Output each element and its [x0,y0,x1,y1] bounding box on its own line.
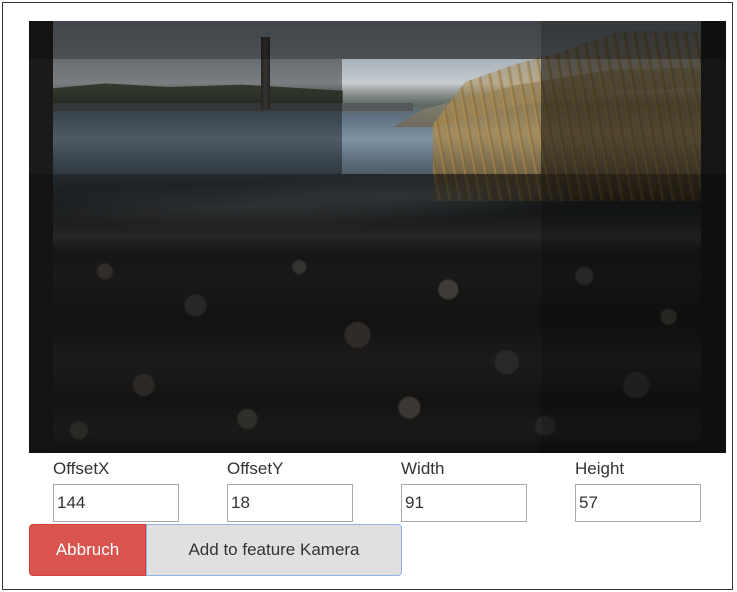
crop-shade-bottom [29,174,726,453]
offset-x-label: OffsetX [53,459,110,478]
crop-shade-left [29,59,342,174]
crop-selection-rectangle[interactable] [342,59,541,174]
crop-shade-right [541,59,726,174]
width-label: Width [401,459,445,478]
height-input[interactable] [575,484,701,522]
crop-shade-top [29,21,726,59]
add-to-feature-button[interactable]: Add to feature Kamera [146,524,402,576]
offset-y-input[interactable] [227,484,353,522]
offset-y-label: OffsetY [227,459,284,478]
cancel-button[interactable]: Abbruch [29,524,146,576]
crop-canvas[interactable] [29,21,726,453]
width-input[interactable] [401,484,527,522]
height-label: Height [575,459,625,478]
offset-x-input[interactable] [53,484,179,522]
crop-dialog: OffsetX OffsetY Width Height Abbruch Add… [2,2,733,590]
